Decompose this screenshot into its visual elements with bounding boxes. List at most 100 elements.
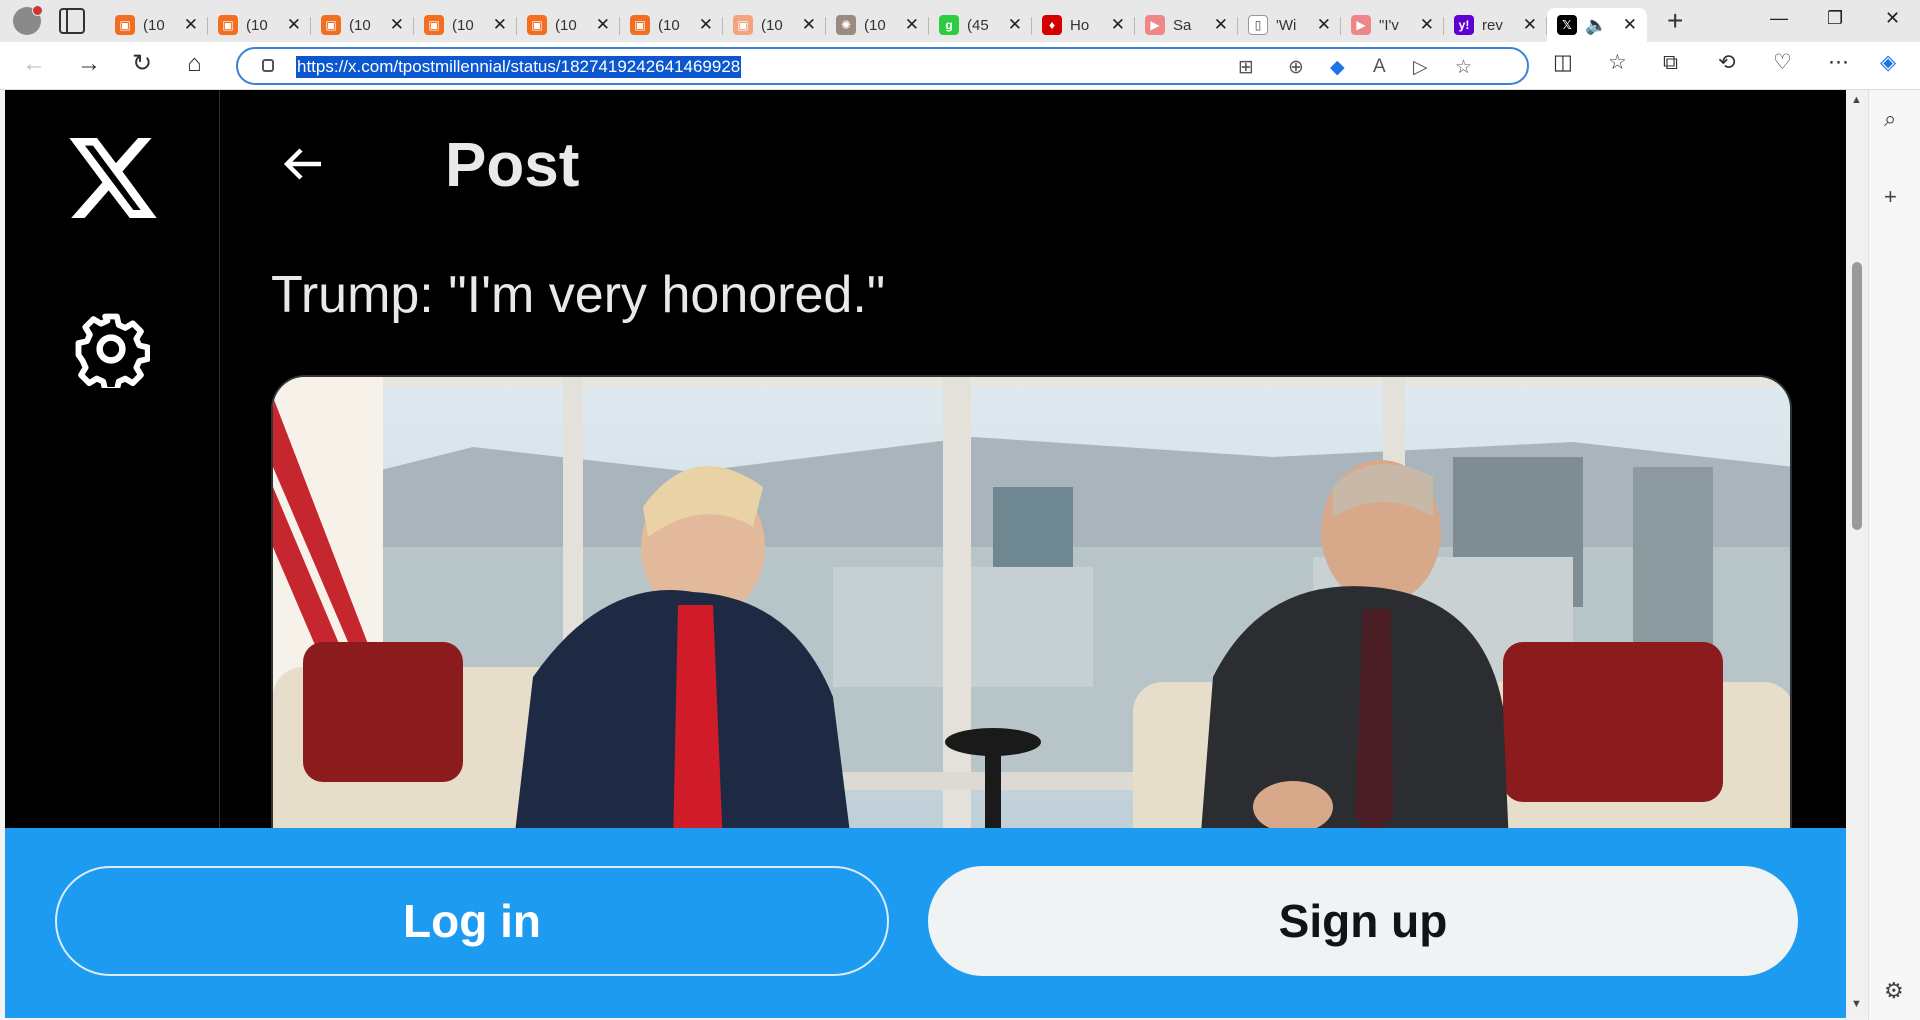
tab-close-icon[interactable]: ✕ [1111,15,1125,35]
signup-button[interactable]: Sign up [928,866,1798,976]
browser-tab[interactable]: ▣ (10 ✕ [414,8,517,42]
tab-favicon-icon: ▣ [321,15,341,35]
sidebar-search-icon[interactable]: ⌕ [1884,106,1896,132]
lock-icon[interactable] [262,59,274,72]
immersive-reader-icon[interactable]: ▷ [1413,56,1428,79]
address-toolbar: ← → ↻ ⌂ https://x.com/tpostmillennial/st… [0,42,1920,90]
tab-close-icon[interactable]: ✕ [802,15,816,35]
tab-favicon-icon: ▣ [218,15,238,35]
profile-avatar-icon[interactable] [13,5,43,35]
browser-tab[interactable]: ▯ 'Wi ✕ [1238,8,1341,42]
tab-close-icon[interactable]: ✕ [1523,15,1537,35]
scrollbar-thumb[interactable] [1852,262,1862,530]
browser-tab[interactable]: ▣ (10 ✕ [517,8,620,42]
tab-favicon-icon: ▣ [630,15,650,35]
tab-title: (10 [864,16,886,34]
zoom-icon[interactable]: ⊕ [1288,56,1304,79]
browser-sidebar: ⌕ + ⚙ [1868,90,1920,1020]
collections-icon[interactable]: ⧉ [1663,52,1678,73]
new-tab-button[interactable]: + [1667,7,1683,35]
tab-close-icon[interactable]: ✕ [1623,15,1637,35]
tab-close-icon[interactable]: ✕ [699,15,713,35]
browser-essentials-icon[interactable]: ♡ [1773,52,1792,73]
browser-tab[interactable]: ▣ (10 ✕ [208,8,311,42]
settings-more-icon[interactable]: ⋯ [1828,52,1849,73]
minimize-button[interactable]: — [1770,8,1788,29]
page-scrollbar[interactable]: ▲ ▼ [1846,90,1868,1018]
tab-title: rev [1482,16,1503,34]
tab-favicon-icon: ▶ [1351,15,1371,35]
browser-tab[interactable]: ▶ "I'v ✕ [1341,8,1444,42]
sidebar-add-icon[interactable]: + [1884,184,1897,210]
tab-title: (10 [658,16,680,34]
tab-favicon-icon: y! [1454,15,1474,35]
copilot-icon[interactable]: ◈ [1880,52,1896,73]
tab-title: (10 [246,16,268,34]
tab-title: (10 [349,16,371,34]
tab-actions-icon[interactable] [59,8,85,34]
restore-button[interactable]: ❐ [1827,8,1843,29]
browser-tab[interactable]: y! rev ✕ [1444,8,1547,42]
browser-tab[interactable]: ▣ (10 ✕ [311,8,414,42]
tab-title: 'Wi [1276,16,1297,34]
address-bar[interactable]: https://x.com/tpostmillennial/status/182… [236,47,1529,85]
app-available-icon[interactable]: ⊞ [1238,56,1254,79]
x-page: Post Trump: "I'm very honored." Log in S… [5,90,1846,1018]
tab-favicon-icon: ▣ [424,15,444,35]
tab-close-icon[interactable]: ✕ [905,15,919,35]
url-text[interactable]: https://x.com/tpostmillennial/status/182… [296,56,742,78]
login-button[interactable]: Log in [55,866,889,976]
tab-favicon-icon: ▣ [115,15,135,35]
browser-tab[interactable]: ▣ (10 ✕ [105,8,208,42]
browser-tab[interactable]: ▣ (10 ✕ [723,8,826,42]
tab-favicon-icon: ▣ [733,15,753,35]
favorite-star-icon[interactable]: ☆ [1455,56,1472,79]
tab-close-icon[interactable]: ✕ [287,15,301,35]
close-window-button[interactable]: ✕ [1885,8,1900,29]
home-button[interactable]: ⌂ [187,52,202,76]
tab-close-icon[interactable]: ✕ [596,15,610,35]
forward-button[interactable]: → [77,52,101,76]
favorites-icon[interactable]: ☆ [1608,52,1627,73]
tab-title: (10 [761,16,783,34]
history-icon[interactable]: ⟲ [1718,52,1736,73]
tab-favicon-icon: ▯ [1248,15,1268,35]
audio-playing-icon[interactable]: 🔈 [1585,15,1607,36]
browser-tab[interactable]: g (45 ✕ [929,8,1032,42]
tab-title: (45 [967,16,989,34]
browser-tab-active[interactable]: 𝕏 🔈 ✕ [1547,8,1647,42]
browser-tab[interactable]: ✺ (10 ✕ [826,8,929,42]
browser-tab[interactable]: ▶ Sa ✕ [1135,8,1238,42]
back-arrow-icon[interactable] [275,140,331,188]
back-button[interactable]: ← [22,52,46,76]
browser-tab[interactable]: ▣ (10 ✕ [620,8,723,42]
tab-title: (10 [143,16,165,34]
scroll-up-arrow-icon[interactable]: ▲ [1851,94,1862,106]
tab-favicon-icon: g [939,15,959,35]
shopping-tag-icon[interactable]: ◆ [1330,56,1345,79]
tab-title: (10 [452,16,474,34]
tab-close-icon[interactable]: ✕ [1008,15,1022,35]
browser-tab[interactable]: ♦ Ho ✕ [1032,8,1135,42]
tab-title: Ho [1070,16,1090,34]
tab-close-icon[interactable]: ✕ [493,15,507,35]
split-screen-icon[interactable]: ◫ [1553,52,1573,73]
settings-gear-icon[interactable] [72,310,150,388]
tab-favicon-icon: ✺ [836,15,856,35]
tab-close-icon[interactable]: ✕ [390,15,404,35]
page-title: Post [445,131,580,200]
tab-close-icon[interactable]: ✕ [184,15,198,35]
tab-favicon-icon: ▶ [1145,15,1165,35]
sidebar-settings-icon[interactable]: ⚙ [1884,978,1904,1004]
read-aloud-icon[interactable]: A [1373,56,1386,78]
refresh-button[interactable]: ↻ [132,52,152,76]
tab-close-icon[interactable]: ✕ [1214,15,1228,35]
tab-title: "I'v [1379,16,1399,34]
tweet-text: Trump: "I'm very honored." [271,266,886,324]
tab-close-icon[interactable]: ✕ [1420,15,1434,35]
scroll-down-arrow-icon[interactable]: ▼ [1851,998,1862,1010]
tab-favicon-icon: ▣ [527,15,547,35]
x-favicon-icon: 𝕏 [1557,15,1577,35]
tab-close-icon[interactable]: ✕ [1317,15,1331,35]
x-logo-icon[interactable] [69,138,157,218]
